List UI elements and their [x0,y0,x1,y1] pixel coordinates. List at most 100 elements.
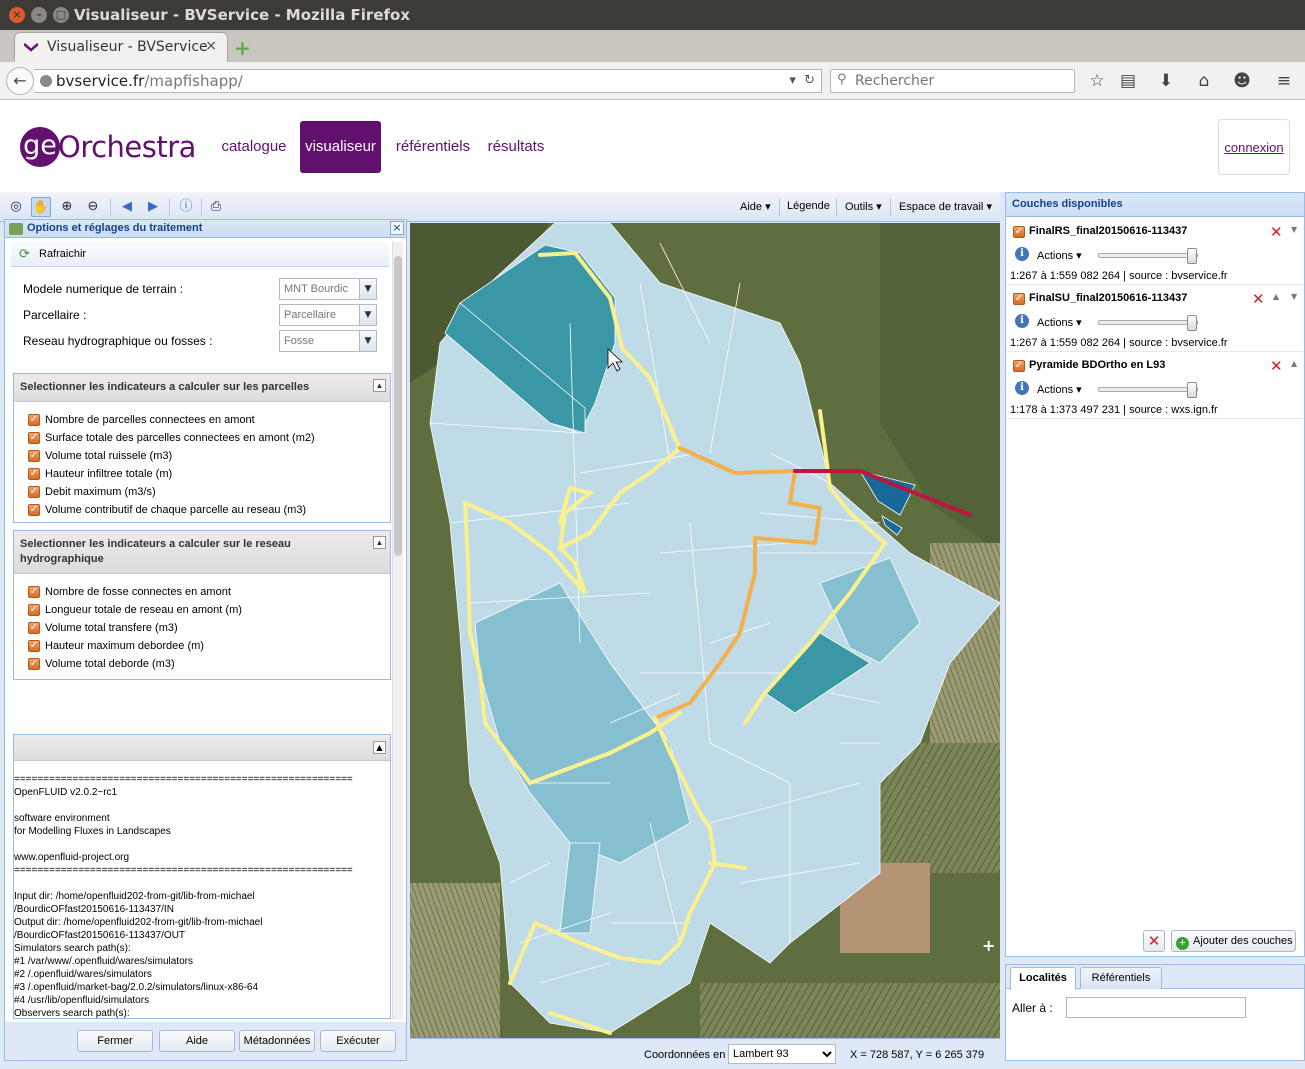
minimize-window-button[interactable]: – [31,7,47,23]
url-bar[interactable]: bvservice.fr/mapfishapp/ ▾ ↻ [34,69,822,93]
network-indicator-option[interactable]: ✓ Volume total deborde (m3) [14,656,390,674]
layer-actions-menu[interactable]: Actions ▾ [1037,316,1082,329]
zoom-extent-icon[interactable]: ◎ [6,197,26,217]
tab-localites[interactable]: Localités [1010,967,1076,990]
map-toolbar: ◎ ✋ ⊕ ⊖ ◀ ▶ ⓘ ⎙ Aide ▾ Légende Outils ▾ … [0,192,1000,222]
download-icon[interactable]: ⬇ [1155,70,1177,92]
menu-espace-de-travail[interactable]: Espace de travail ▾ [899,200,992,213]
delete-layer-icon[interactable]: ✕ [1270,357,1283,375]
parcel-select[interactable]: Parcellaire ▼ [279,304,377,326]
close-window-button[interactable]: × [9,7,25,23]
layer-opacity-slider[interactable] [1098,248,1198,264]
move-up-icon[interactable]: ▲ [1273,292,1279,301]
parcel-indicator-option[interactable]: ✓ Hauteur infiltree totale (m) [14,466,390,484]
layer-actions-menu[interactable]: Actions ▾ [1037,383,1082,396]
network-indicator-option[interactable]: ✓ Nombre de fosse connectes en amont [14,584,390,602]
goto-input[interactable] [1066,997,1246,1018]
info-icon[interactable]: ⓘ [176,197,196,217]
parcel-indicator-option[interactable]: ✓ Surface totale des parcelles connectees… [14,430,390,448]
menu-legende[interactable]: Légende [787,200,830,212]
panel-settings-icon [9,223,23,235]
browser-tab[interactable]: Visualiseur - BVService × [14,32,228,62]
close-button[interactable]: Fermer [77,1030,153,1052]
chat-icon[interactable]: ☻ [1231,70,1253,92]
help-button[interactable]: Aide [159,1030,235,1052]
close-panel-icon[interactable]: × [390,221,404,235]
checkbox-checked-icon: ✓ [28,586,40,598]
panel-header: Options et réglages du traitement × [5,220,406,238]
dem-field: Modele numerique de terrain : MNT Bourdi… [23,278,383,300]
search-bar[interactable]: ⚲ [830,69,1075,93]
execute-button[interactable]: Exécuter [320,1030,396,1052]
parcel-indicator-option[interactable]: ✓ Nombre de parcelles connectees en amont [14,412,390,430]
panel-scrollbar[interactable] [392,242,403,1019]
new-tab-icon[interactable]: + [234,36,251,60]
network-indicator-option[interactable]: ✓ Volume total transfere (m3) [14,620,390,638]
scrollbar-thumb[interactable] [394,256,402,556]
next-view-icon[interactable]: ▶ [143,197,163,217]
layer-actions-menu[interactable]: Actions ▾ [1037,249,1082,262]
window-title: Visualiseur - BVService - Mozilla Firefo… [74,6,411,24]
vineyard-area [700,983,1000,1038]
metadata-button[interactable]: Métadonnées [239,1030,315,1052]
layer-opacity-slider[interactable] [1098,315,1198,331]
back-button[interactable]: ← [6,67,34,95]
parcel-indicator-option[interactable]: ✓ Volume contributif de chaque parcelle a… [14,502,390,520]
map-canvas[interactable] [410,223,1000,1038]
layer-opacity-slider[interactable] [1098,382,1198,398]
pan-hand-icon[interactable]: ✋ [31,197,51,217]
reload-icon[interactable]: ▾ ↻ [789,73,815,88]
menu-aide[interactable]: Aide ▾ [740,200,771,213]
network-indicator-option[interactable]: ✓ Hauteur maximum debordee (m) [14,638,390,656]
refresh-button[interactable]: ⟳ Rafraichir [11,242,389,267]
execution-log: ▲ ======================================… [13,734,391,1019]
move-down-icon[interactable]: ▼ [1291,225,1297,234]
nav-visualiseur[interactable]: visualiseur [300,121,381,173]
maximize-window-button[interactable]: □ [53,7,69,23]
zoom-in-icon[interactable]: ⊕ [57,197,77,217]
expand-panel-icon[interactable]: + [982,936,995,955]
parcel-indicator-option[interactable]: ✓ Debit maximum (m3/s) [14,484,390,502]
home-icon[interactable]: ⌂ [1193,70,1215,92]
menu-icon[interactable]: ≡ [1273,70,1295,92]
print-icon[interactable]: ⎙ [206,197,226,217]
collapse-icon[interactable]: ▲ [373,741,386,754]
layer-visibility-checkbox[interactable]: ✓ [1013,360,1025,372]
info-icon[interactable]: i [1015,314,1029,328]
move-up-icon[interactable]: ▲ [1291,359,1297,368]
dem-select[interactable]: MNT Bourdic ▼ [279,278,377,300]
network-select[interactable]: Fosse ▼ [279,330,377,352]
info-icon[interactable]: i [1015,247,1029,261]
slider-knob[interactable] [1187,248,1197,264]
zoom-out-icon[interactable]: ⊖ [83,197,103,217]
delete-layer-icon[interactable]: ✕ [1270,223,1283,241]
previous-view-icon[interactable]: ◀ [117,197,137,217]
tab-close-icon[interactable]: × [205,38,217,54]
checkbox-checked-icon: ✓ [28,640,40,652]
info-icon[interactable]: i [1015,381,1029,395]
move-down-icon[interactable]: ▼ [1291,292,1297,301]
remove-layers-button[interactable]: ✕ [1143,930,1165,952]
slider-knob[interactable] [1187,315,1197,331]
projection-select[interactable]: Lambert 93 [728,1044,836,1064]
search-input[interactable] [855,72,1070,90]
bookmark-star-icon[interactable]: ☆ [1086,70,1108,92]
add-layers-button[interactable]: + Ajouter des couches [1171,930,1296,952]
nav-resultats[interactable]: résultats [484,121,548,173]
layer-visibility-checkbox[interactable]: ✓ [1013,293,1025,305]
parcel-indicator-option[interactable]: ✓ Volume total ruissele (m3) [14,448,390,466]
checkbox-checked-icon: ✓ [28,504,40,516]
nav-catalogue[interactable]: catalogue [216,121,292,173]
nav-referentiels[interactable]: référentiels [390,121,476,173]
collapse-icon[interactable]: ▲ [373,379,386,392]
slider-knob[interactable] [1187,382,1197,398]
bookmarks-list-icon[interactable]: ▤ [1117,70,1139,92]
georchestra-logo[interactable]: geOrchestra [20,127,196,167]
collapse-icon[interactable]: ▲ [373,536,386,549]
network-indicator-option[interactable]: ✓ Longueur totale de reseau en amont (m) [14,602,390,620]
layer-visibility-checkbox[interactable]: ✓ [1013,226,1025,238]
tab-referentiels[interactable]: Référentiels [1080,967,1162,989]
menu-outils[interactable]: Outils ▾ [845,200,882,213]
login-link[interactable]: connexion [1218,119,1290,175]
delete-layer-icon[interactable]: ✕ [1252,290,1265,308]
